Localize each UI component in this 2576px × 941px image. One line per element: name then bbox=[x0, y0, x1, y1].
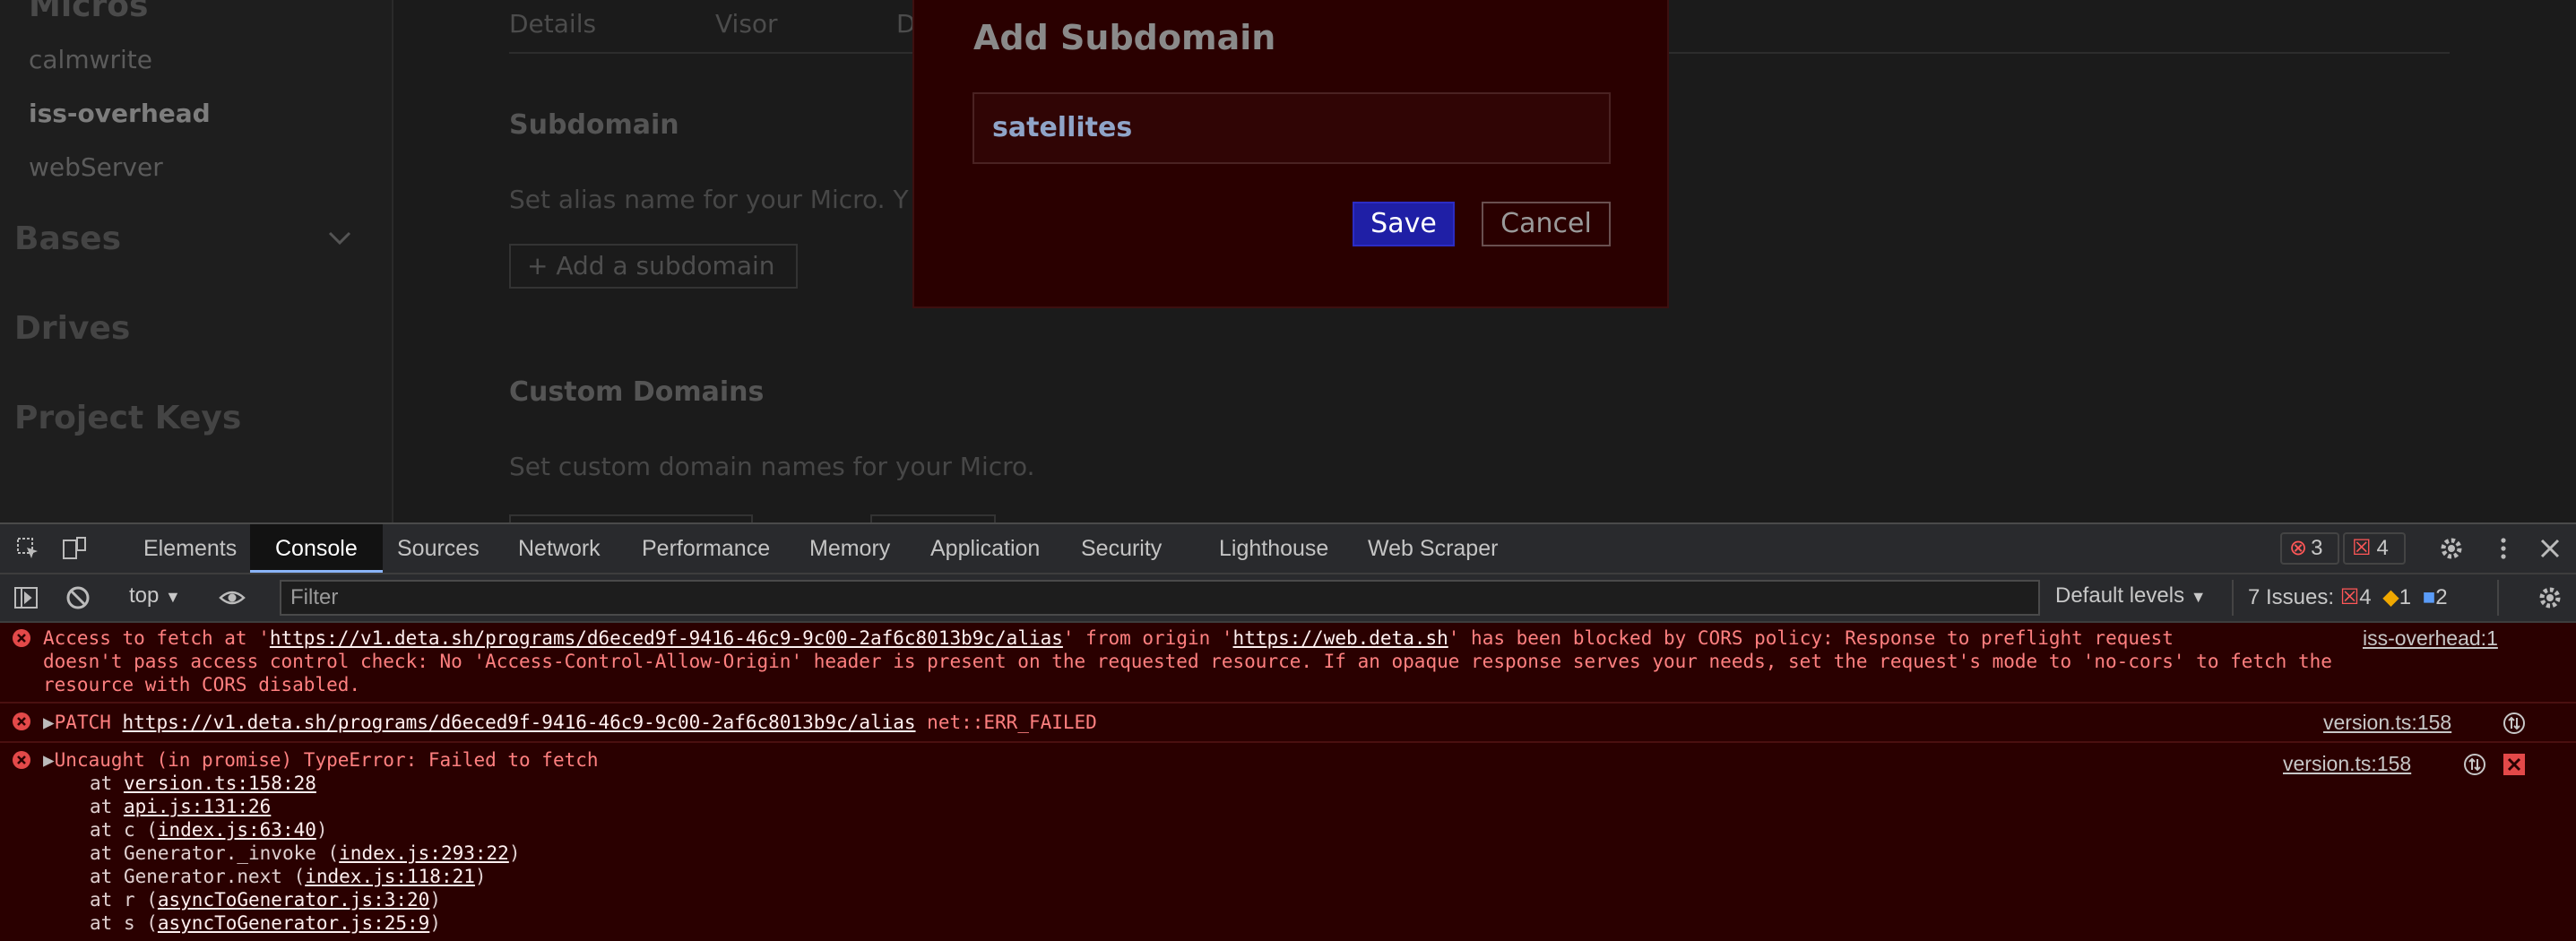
tab-performance[interactable]: Performance bbox=[642, 524, 770, 573]
error-count-badge[interactable]: ⊗ 3 bbox=[2280, 532, 2339, 565]
message-source-link[interactable]: version.ts:158 bbox=[2283, 752, 2411, 776]
more-options-icon[interactable] bbox=[2490, 535, 2517, 562]
web-app: Micros calmwrite iss-overhead webServer … bbox=[0, 0, 2576, 522]
stack-frame: at version.ts:158:28 bbox=[90, 773, 316, 794]
console-filter-bar: top ▼ Filter Default levels ▼ 7 Issues: … bbox=[0, 574, 2576, 623]
sidebar-item-webserver[interactable]: webServer bbox=[29, 152, 163, 182]
add-custom-domain-button[interactable] bbox=[509, 514, 753, 522]
console-messages: Access to fetch at 'https://v1.deta.sh/p… bbox=[0, 623, 2576, 941]
console-error-cors: Access to fetch at 'https://v1.deta.sh/p… bbox=[0, 623, 2576, 704]
context-selector[interactable]: top ▼ bbox=[129, 583, 181, 609]
device-toolbar-icon[interactable] bbox=[61, 535, 88, 562]
message-source-link[interactable]: version.ts:158 bbox=[2323, 711, 2451, 735]
sidebar-section-project-keys[interactable]: Project Keys bbox=[14, 400, 241, 436]
subdomain-title: Subdomain bbox=[509, 109, 679, 141]
issue-count-badge[interactable]: ☒ 4 bbox=[2343, 532, 2406, 565]
sidebar-item-iss-overhead[interactable]: iss-overhead bbox=[29, 99, 211, 128]
add-subdomain-button[interactable]: + Add a subdomain bbox=[509, 244, 798, 289]
sidebar-section-micros: Micros bbox=[29, 0, 149, 24]
console-settings-gear-icon[interactable] bbox=[2537, 584, 2563, 611]
issues-counter[interactable]: 7 Issues: ☒4 ◆1 ■2 bbox=[2232, 580, 2499, 616]
tab-network[interactable]: Network bbox=[518, 524, 601, 573]
expand-arrow-icon[interactable]: ▶ bbox=[43, 712, 55, 733]
error-circle-icon: ⊗ bbox=[2289, 536, 2308, 560]
devtools-panel: Elements Console Sources Network Perform… bbox=[0, 522, 2576, 941]
warning-icon: ◆ bbox=[2382, 585, 2399, 609]
stack-frame-link[interactable]: index.js:293:22 bbox=[339, 842, 509, 864]
tab-lighthouse[interactable]: Lighthouse bbox=[1219, 524, 1328, 573]
log-levels-dropdown[interactable]: Default levels ▼ bbox=[2055, 583, 2207, 609]
custom-domain-secondary-button[interactable] bbox=[870, 514, 996, 522]
custom-domains-description: Set custom domain names for your Micro. bbox=[509, 452, 1035, 481]
info-icon: ■ bbox=[2422, 585, 2436, 609]
custom-domains-title: Custom Domains bbox=[509, 376, 765, 408]
stack-frame: at Generator.next (index.js:118:21) bbox=[90, 866, 487, 887]
dropdown-arrow-icon: ▼ bbox=[2190, 588, 2207, 606]
tab-visor[interactable]: Visor bbox=[715, 9, 778, 39]
stack-frame: at api.js:131:26 bbox=[90, 796, 272, 817]
tab-application[interactable]: Application bbox=[930, 524, 1040, 573]
filter-input[interactable]: Filter bbox=[280, 580, 2040, 616]
error-flag-icon: ☒ bbox=[2339, 585, 2360, 609]
sidebar-toggle-icon[interactable] bbox=[13, 584, 39, 611]
stack-frame: at s (asyncToGenerator.js:25:9) bbox=[90, 912, 441, 934]
console-error-patch: ▶PATCH https://v1.deta.sh/programs/d6ece… bbox=[0, 704, 2576, 743]
request-url-link[interactable]: https://v1.deta.sh/programs/d6eced9f-941… bbox=[270, 627, 1063, 649]
inspect-element-icon[interactable] bbox=[14, 535, 41, 562]
error-flag-icon[interactable] bbox=[2503, 753, 2526, 776]
dropdown-arrow-icon: ▼ bbox=[165, 588, 181, 606]
tab-details[interactable]: Details bbox=[509, 9, 596, 39]
issue-flag-icon: ☒ bbox=[2352, 536, 2372, 560]
tab-security[interactable]: Security bbox=[1081, 524, 1162, 573]
gear-icon[interactable] bbox=[2438, 535, 2465, 562]
expand-arrow-icon[interactable]: ▶ bbox=[43, 749, 55, 771]
save-button[interactable]: Save bbox=[1353, 202, 1455, 246]
stack-frame-link[interactable]: asyncToGenerator.js:25:9 bbox=[158, 912, 429, 934]
eye-icon[interactable] bbox=[219, 584, 246, 611]
error-icon bbox=[13, 751, 30, 769]
sidebar-section-drives[interactable]: Drives bbox=[14, 310, 130, 347]
close-icon[interactable] bbox=[2537, 535, 2563, 562]
sidebar-section-bases[interactable]: Bases bbox=[14, 220, 121, 257]
sidebar: Micros calmwrite iss-overhead webServer … bbox=[0, 0, 393, 522]
subdomain-input[interactable]: satellites bbox=[972, 92, 1611, 164]
tab-web-scraper[interactable]: Web Scraper bbox=[1368, 524, 1498, 573]
tab-memory[interactable]: Memory bbox=[809, 524, 890, 573]
stack-frame-link[interactable]: index.js:63:40 bbox=[158, 819, 316, 841]
error-icon bbox=[13, 712, 30, 730]
tab-sources[interactable]: Sources bbox=[397, 524, 480, 573]
chevron-down-icon[interactable] bbox=[326, 224, 353, 251]
console-error-uncaught: ▶Uncaught (in promise) TypeError: Failed… bbox=[0, 743, 2576, 941]
stack-frame-link[interactable]: api.js:131:26 bbox=[124, 796, 271, 817]
cancel-button[interactable]: Cancel bbox=[1482, 202, 1611, 246]
error-icon bbox=[13, 629, 30, 647]
network-request-icon[interactable] bbox=[2463, 753, 2486, 776]
sidebar-item-calmwrite[interactable]: calmwrite bbox=[29, 45, 152, 74]
stack-frame: at Generator._invoke (index.js:293:22) bbox=[90, 842, 521, 864]
message-source-link[interactable]: iss-overhead:1 bbox=[2363, 626, 2498, 651]
add-subdomain-modal: Add Subdomain satellites Save Cancel bbox=[912, 0, 1669, 308]
patch-url-link[interactable]: https://v1.deta.sh/programs/d6eced9f-941… bbox=[123, 712, 916, 733]
devtools-toolbar: Elements Console Sources Network Perform… bbox=[0, 524, 2576, 574]
clear-console-icon[interactable] bbox=[65, 584, 91, 611]
stack-frame: at c (index.js:63:40) bbox=[90, 819, 328, 841]
origin-url-link[interactable]: https://web.deta.sh bbox=[1233, 627, 1448, 649]
stack-frame-link[interactable]: version.ts:158:28 bbox=[124, 773, 316, 794]
modal-title: Add Subdomain bbox=[973, 18, 1276, 57]
subdomain-description: Set alias name for your Micro. Y bbox=[509, 185, 909, 214]
network-request-icon[interactable] bbox=[2503, 712, 2526, 735]
stack-frame: at r (asyncToGenerator.js:3:20) bbox=[90, 889, 441, 911]
stack-frame-link[interactable]: asyncToGenerator.js:3:20 bbox=[158, 889, 429, 911]
stack-frame-link[interactable]: index.js:118:21 bbox=[305, 866, 475, 887]
tab-console[interactable]: Console bbox=[250, 524, 383, 573]
tab-elements[interactable]: Elements bbox=[143, 524, 237, 573]
